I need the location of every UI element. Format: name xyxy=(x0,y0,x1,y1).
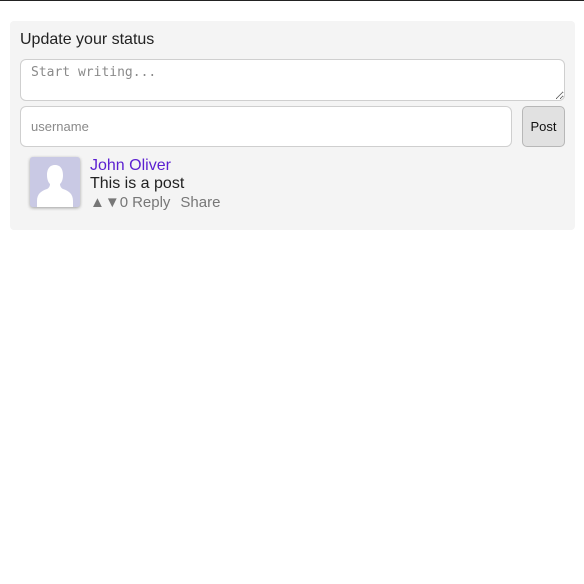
post-body: John Oliver This is a post ▲▼0 Reply Share xyxy=(90,157,220,212)
downvote-icon[interactable]: ▼ xyxy=(105,194,120,212)
post-text: This is a post xyxy=(90,175,185,192)
post-button[interactable]: Post xyxy=(522,106,565,147)
username-input[interactable] xyxy=(20,106,512,147)
panel-title: Update your status xyxy=(20,31,155,48)
post-author-link[interactable]: John Oliver xyxy=(90,157,220,175)
default-user-silhouette-icon xyxy=(30,157,80,207)
status-panel: Update your status Post John Oliver This… xyxy=(10,21,575,230)
status-textarea[interactable] xyxy=(20,59,565,101)
reply-button[interactable]: Reply xyxy=(132,194,170,212)
post-item: John Oliver This is a post ▲▼0 Reply Share xyxy=(30,157,550,211)
upvote-icon[interactable]: ▲ xyxy=(90,194,105,212)
avatar[interactable] xyxy=(30,157,80,207)
top-divider xyxy=(0,0,584,1)
post-actions: ▲▼0 Reply Share xyxy=(90,194,220,212)
share-button[interactable]: Share xyxy=(180,194,220,212)
vote-count: 0 xyxy=(119,194,129,211)
